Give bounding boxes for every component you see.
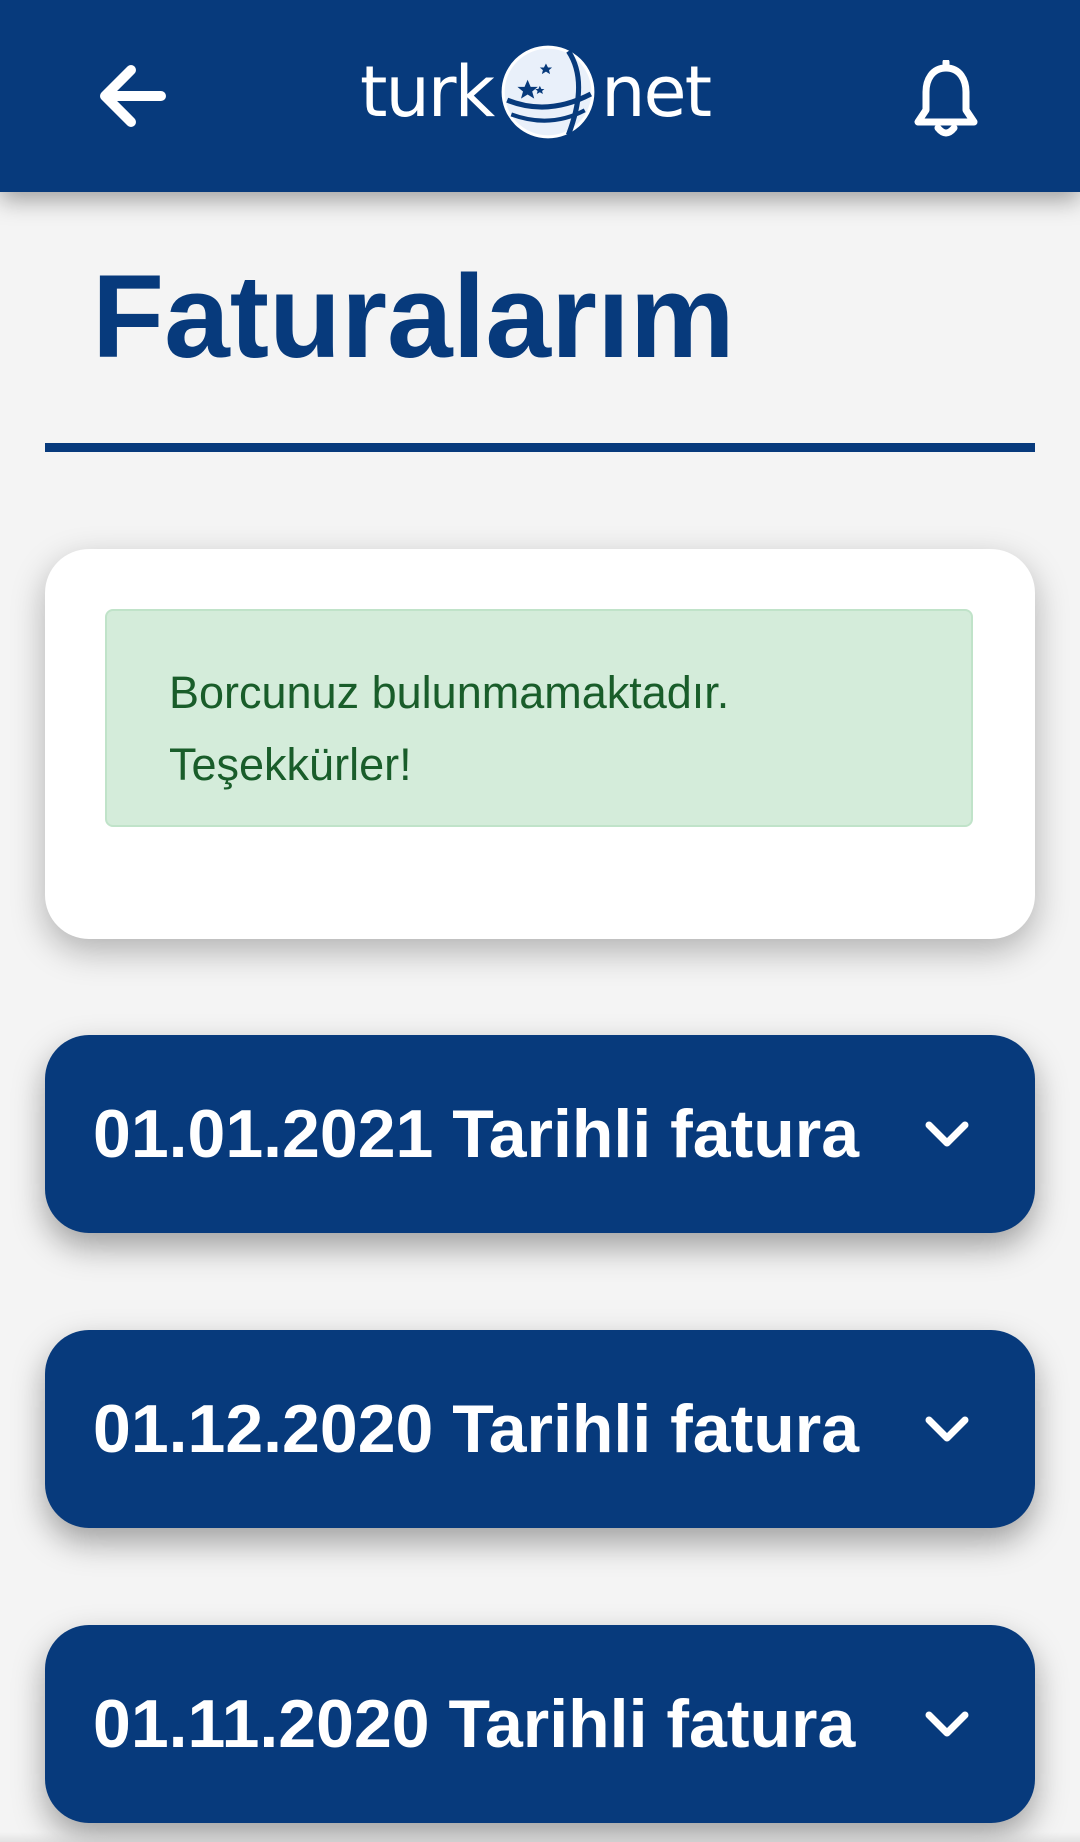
invoice-accordion-3[interactable]: 01.11.2020 Tarihli fatura — [45, 1625, 1035, 1823]
page-title: Faturalarım — [92, 251, 735, 383]
invoice-label: 01.12.2020 Tarihli fatura — [93, 1391, 860, 1467]
globe-logo-icon — [501, 45, 595, 139]
balance-card: Borcunuz bulunmamaktadır. Teşekkürler! — [45, 549, 1035, 939]
app-header: turk net — [0, 0, 1080, 192]
success-alert: Borcunuz bulunmamaktadır. Teşekkürler! — [105, 609, 973, 827]
invoice-label: 01.01.2021 Tarihli fatura — [93, 1096, 860, 1172]
chevron-down-icon — [925, 1711, 969, 1737]
invoice-accordion-1[interactable]: 01.01.2021 Tarihli fatura — [45, 1035, 1035, 1233]
invoice-accordion-2[interactable]: 01.12.2020 Tarihli fatura — [45, 1330, 1035, 1528]
logo-text-left: turk — [360, 51, 495, 133]
invoice-label: 01.11.2020 Tarihli fatura — [93, 1686, 856, 1762]
alert-line-2: Teşekkürler! — [169, 739, 412, 790]
arrow-left-icon — [100, 65, 166, 127]
bell-icon — [914, 60, 978, 137]
title-divider — [45, 443, 1035, 452]
back-button[interactable] — [92, 56, 172, 136]
alert-line-1: Borcunuz bulunmamaktadır. — [169, 667, 730, 718]
notifications-button[interactable] — [906, 56, 986, 144]
chevron-down-icon — [925, 1121, 969, 1147]
logo-text-right: net — [601, 51, 712, 133]
turknet-logo: turk net — [360, 36, 712, 148]
scroll-fade — [0, 1832, 1080, 1842]
chevron-down-icon — [925, 1416, 969, 1442]
